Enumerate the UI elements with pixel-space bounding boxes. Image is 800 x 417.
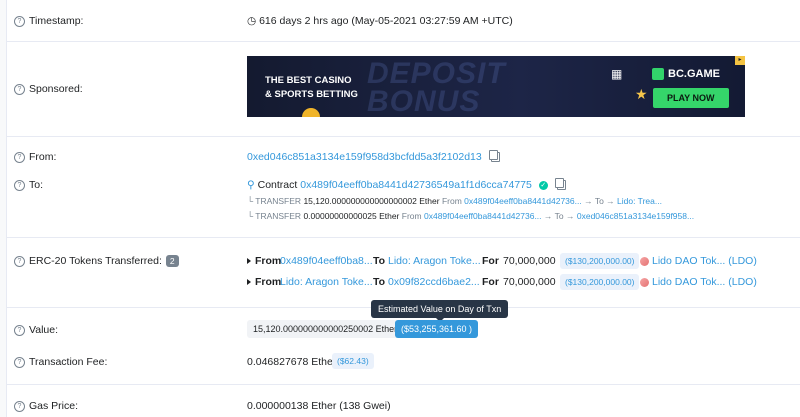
search-contract-icon: ⚲ <box>247 179 255 191</box>
sponsored-ad-banner[interactable]: DEPOSIT BONUS THE BEST CASINO & SPORTS B… <box>247 56 745 117</box>
question-icon[interactable]: ? <box>14 151 25 163</box>
gas-price-label: ? Gas Price: <box>14 400 78 412</box>
lido-token-icon <box>640 277 649 287</box>
ad-headline: THE BEST CASINO & SPORTS BETTING <box>265 75 358 100</box>
token-to-label: To <box>373 255 386 267</box>
token-usd-value: ($130,200,000.00) <box>560 274 640 290</box>
token-amount: 70,000,000 <box>503 255 556 267</box>
ad-choices-icon[interactable]: ▸ <box>735 56 745 65</box>
transaction-fee-label: ? Transaction Fee: <box>14 356 107 368</box>
token-for-label: For <box>482 255 499 267</box>
caret-right-icon[interactable] <box>247 279 251 286</box>
divider <box>6 384 800 385</box>
caret-right-icon[interactable] <box>247 258 251 265</box>
coin-icon <box>302 108 320 117</box>
ad-play-now-button[interactable]: PLAY NOW <box>653 88 729 108</box>
to-contract-address-link[interactable]: 0x489f04eeff0ba8441d42736549a1f1d6cca747… <box>300 179 532 191</box>
transaction-fee-value: 0.046827678 Ether <box>247 356 337 368</box>
bc-logo-icon <box>652 68 664 81</box>
token-count-badge: 2 <box>165 255 179 267</box>
ad-brand-logo: BC.GAME <box>652 68 720 81</box>
sponsored-label: ? Sponsored: <box>14 83 83 95</box>
estimated-value-tooltip: Estimated Value on Day of Txn <box>371 300 509 322</box>
erc20-label: ? ERC-20 Tokens Transferred: 2 <box>14 255 179 267</box>
token-transfer-row: From <box>247 276 281 288</box>
question-icon[interactable]: ? <box>14 83 25 95</box>
token-for-label: For <box>482 276 499 288</box>
to-label: ? To: <box>14 179 43 191</box>
token-transfer-row: From <box>247 255 281 267</box>
internal-transfer-row: └ TRANSFER 15,120.000000000000000002 Eth… <box>247 196 662 206</box>
lido-token-icon <box>640 256 649 266</box>
token-to-link[interactable]: Lido: Aragon Toke... <box>388 255 481 267</box>
token-name: Lido DAO Tok... (LDO) <box>640 276 757 288</box>
token-from-link[interactable]: Lido: Aragon Toke... <box>280 276 373 288</box>
divider <box>6 136 800 137</box>
star-icon: ★ <box>635 86 648 102</box>
token-to-label: To <box>373 276 386 288</box>
tree-branch-icon: └ <box>247 211 254 221</box>
arrow-icon: → <box>543 211 553 221</box>
tree-branch-icon: └ <box>247 196 254 206</box>
question-icon[interactable]: ? <box>14 255 25 267</box>
invader-icon: ▦ <box>611 67 623 81</box>
question-icon[interactable]: ? <box>14 179 25 191</box>
from-address-link[interactable]: 0xed046c851a3134e159f958d3bcfdd5a3f2102d… <box>247 151 482 163</box>
question-icon[interactable]: ? <box>14 15 25 27</box>
from-label: ? From: <box>14 151 56 163</box>
transfer-from-link[interactable]: 0x489f04eeff0ba8441d42736... <box>424 211 542 221</box>
ad-background-text: DEPOSIT BONUS <box>367 57 506 117</box>
question-icon[interactable]: ? <box>14 400 25 412</box>
to-value: ⚲ Contract 0x489f04eeff0ba8441d42736549a… <box>247 178 566 191</box>
divider <box>6 41 800 42</box>
gas-price-value: 0.000000138 Ether (138 Gwei) <box>247 400 391 412</box>
token-from-link[interactable]: 0x489f04eeff0ba8... <box>280 255 373 267</box>
arrow-icon: → <box>565 211 575 221</box>
transaction-fee-usd: ($62.43) <box>332 353 374 369</box>
question-icon[interactable]: ? <box>14 324 25 336</box>
internal-transfer-row: └ TRANSFER 0.00000000000025 Ether From 0… <box>247 211 695 221</box>
clock-icon: ◷ <box>247 15 257 27</box>
question-icon[interactable]: ? <box>14 356 25 368</box>
divider <box>6 237 800 238</box>
token-name: Lido DAO Tok... (LDO) <box>640 255 757 267</box>
token-usd-value: ($130,200,000.00) <box>560 253 640 269</box>
arrow-icon: → <box>606 196 615 206</box>
value-ether: 15,120.000000000000250002 Ether <box>247 320 404 338</box>
arrow-icon: → <box>584 196 593 206</box>
transfer-from-link[interactable]: 0x489f04eeff0ba8441d42736... <box>464 196 582 206</box>
value-label: ? Value: <box>14 324 58 336</box>
timestamp-label: ? Timestamp: <box>14 15 83 27</box>
verified-check-icon: ✓ <box>538 180 548 190</box>
value-usd-button[interactable]: ($53,255,361.60 ) <box>395 320 479 338</box>
timestamp-value: ◷ 616 days 2 hrs ago (May-05-2021 03:27:… <box>247 15 513 27</box>
copy-icon[interactable] <box>488 150 500 163</box>
token-amount: 70,000,000 <box>503 276 556 288</box>
from-value: 0xed046c851a3134e159f958d3bcfdd5a3f2102d… <box>247 150 500 163</box>
copy-icon[interactable] <box>554 178 566 191</box>
token-to-link[interactable]: 0x09f82ccd6bae2... <box>388 276 480 288</box>
transfer-to-link[interactable]: Lido: Trea... <box>617 196 662 206</box>
transfer-to-link[interactable]: 0xed046c851a3134e159f958... <box>577 211 694 221</box>
